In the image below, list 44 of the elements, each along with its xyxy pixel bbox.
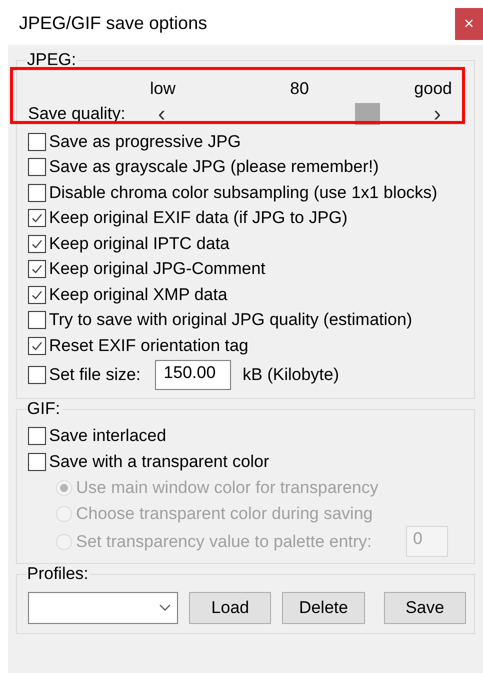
- checkbox-label: Save with a transparent color: [49, 452, 270, 472]
- checkbox-label: Save as grayscale JPG (please remember!): [49, 157, 379, 178]
- checkbox-label: Save interlaced: [49, 426, 166, 446]
- checkbox-label: Keep original XMP data: [49, 284, 228, 305]
- checkbox-label: Keep original EXIF data (if JPG to JPG): [49, 208, 348, 228]
- checkbox-label: Keep original IPTC data: [49, 234, 230, 254]
- scroll-left-button[interactable]: ‹: [158, 104, 166, 124]
- checkbox-label: Try to save with original JPG quality (estimation): [49, 310, 412, 330]
- profile-button[interactable]: Save: [384, 592, 466, 624]
- profile-button[interactable]: Delete: [282, 592, 365, 624]
- quality-value: 80: [290, 79, 309, 99]
- file-size-field[interactable]: 150.00: [154, 360, 231, 390]
- group-title: GIF:: [27, 400, 62, 418]
- checkbox[interactable]: [28, 286, 46, 304]
- window-title: JPEG/GIF save options: [19, 13, 208, 34]
- radio-label: Choose transparent color during saving: [76, 504, 373, 524]
- close-button[interactable]: ×: [455, 8, 483, 40]
- profile-dropdown[interactable]: [28, 592, 178, 624]
- checkbox-label: Set file size:: [49, 365, 141, 385]
- chevron-down-icon: [159, 604, 172, 612]
- profile-button[interactable]: Load: [189, 592, 272, 624]
- checkbox[interactable]: [28, 366, 46, 384]
- group-title: Profiles:: [27, 564, 90, 582]
- checkbox[interactable]: [28, 427, 46, 446]
- checkbox[interactable]: [28, 184, 46, 202]
- unit-label: kB (Kilobyte): [242, 365, 340, 385]
- scroll-right-button[interactable]: ›: [434, 104, 441, 124]
- checkbox[interactable]: [28, 311, 46, 330]
- max-label: good: [414, 79, 452, 99]
- checkbox-label: Disable chroma color subsampling (use 1x1 blocks): [49, 182, 438, 203]
- checkbox[interactable]: [28, 234, 46, 253]
- checkbox[interactable]: [28, 336, 46, 355]
- checkbox-label: Keep original JPG-Comment: [49, 259, 266, 280]
- radio-label: Use main window color for transparency: [76, 478, 378, 498]
- checkbox[interactable]: [28, 452, 46, 471]
- checkbox-label: Reset EXIF orientation tag: [49, 336, 248, 356]
- min-label: low: [150, 79, 176, 99]
- checkbox[interactable]: [28, 132, 46, 151]
- checkbox[interactable]: [28, 260, 46, 278]
- checkbox[interactable]: [28, 209, 46, 228]
- radio-label: Set transparency value to palette entry:: [76, 532, 372, 552]
- checkbox[interactable]: [28, 158, 46, 176]
- slider-label: Save quality:: [28, 104, 126, 124]
- checkbox-label: Save as progressive JPG: [49, 132, 241, 152]
